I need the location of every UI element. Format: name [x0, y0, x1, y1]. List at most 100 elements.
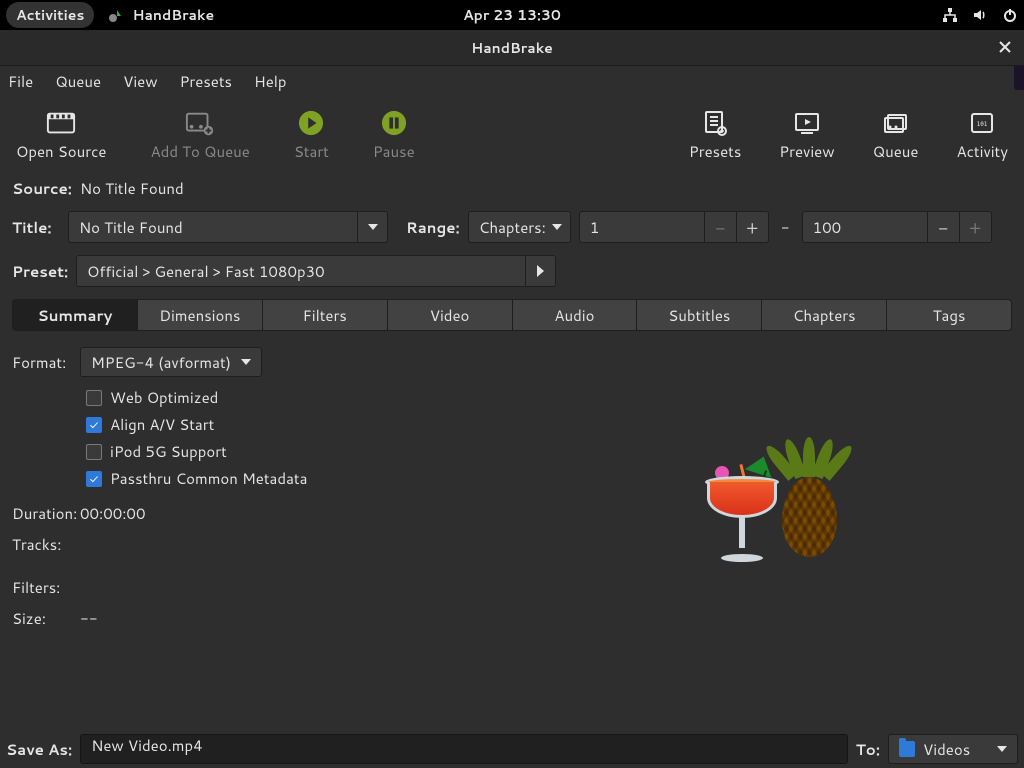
queue-icon [881, 109, 911, 137]
menu-help[interactable]: Help [254, 71, 287, 92]
size-value: -- [80, 608, 98, 629]
range-to-spinner[interactable]: 100 − + [802, 211, 992, 243]
preview-icon [792, 109, 822, 137]
title-select[interactable]: No Title Found [68, 211, 388, 243]
range-to-value: 100 [803, 217, 927, 238]
format-value: MPEG-4 (avformat) [91, 352, 231, 373]
menu-queue[interactable]: Queue [55, 71, 101, 92]
chevron-down-icon [552, 224, 562, 230]
volume-icon[interactable] [972, 7, 988, 23]
range-label: Range: [406, 217, 460, 238]
save-destination-button[interactable]: Videos [888, 734, 1018, 764]
system-top-bar: Activities HandBrake Apr 23 13:30 [0, 0, 1024, 30]
tab-video[interactable]: Video [387, 299, 512, 331]
presets-button[interactable]: Presets [689, 109, 741, 162]
preview-label: Preview [779, 141, 834, 162]
save-destination-value: Videos [923, 739, 989, 760]
presets-icon [700, 109, 730, 137]
presets-label: Presets [689, 141, 741, 162]
window-title: HandBrake [471, 38, 553, 58]
range-from-value: 1 [580, 217, 704, 238]
save-filename-value: New Video.mp4 [91, 735, 202, 756]
queue-button[interactable]: Queue [873, 109, 919, 162]
checkbox-icon: ✓ [86, 471, 102, 487]
tab-summary[interactable]: Summary [12, 299, 137, 331]
increment-button[interactable]: + [959, 211, 991, 243]
range-mode-value: Chapters: [479, 217, 546, 238]
preset-row: Preset: Official > General > Fast 1080p3… [0, 251, 1024, 291]
main-toolbar: Open Source Add To Queue Start Pause Pre… [0, 96, 1024, 168]
menu-file[interactable]: File [8, 71, 33, 92]
title-label: Title: [12, 217, 60, 238]
window-titlebar: HandBrake [0, 30, 1024, 66]
tracks-label: Tracks: [12, 534, 80, 555]
preset-select[interactable]: Official > General > Fast 1080p30 [76, 255, 556, 287]
size-label: Size: [12, 608, 80, 629]
window-close-button[interactable] [994, 36, 1016, 58]
open-source-icon [46, 109, 76, 137]
source-row: Source: No Title Found [0, 174, 1024, 203]
ipod-label: iPod 5G Support [110, 441, 227, 462]
save-as-label: Save As: [6, 739, 72, 760]
system-clock[interactable]: Apr 23 13:30 [463, 5, 561, 25]
ipod-checkbox[interactable]: iPod 5G Support [86, 441, 532, 462]
preview-button[interactable]: Preview [779, 109, 834, 162]
tab-chapters[interactable]: Chapters [761, 299, 886, 331]
menu-presets[interactable]: Presets [180, 71, 232, 92]
passthru-checkbox[interactable]: ✓ Passthru Common Metadata [86, 468, 532, 489]
format-label: Format: [12, 352, 80, 373]
align-av-label: Align A/V Start [110, 414, 214, 435]
summary-pane: Format: MPEG-4 (avformat) Web Optimized … [0, 331, 1024, 639]
decrement-button[interactable]: − [927, 211, 959, 243]
chevron-down-icon [241, 359, 251, 365]
activity-button[interactable]: 101 Activity [956, 109, 1008, 162]
range-from-spinner[interactable]: 1 − + [579, 211, 769, 243]
add-to-queue-label: Add To Queue [150, 141, 249, 162]
source-value: No Title Found [80, 178, 184, 199]
save-filename-input[interactable]: New Video.mp4 [80, 734, 847, 764]
play-right-icon [525, 256, 555, 286]
checkbox-icon [86, 390, 102, 406]
add-to-queue-button: Add To Queue [150, 109, 249, 162]
chevron-down-icon [997, 746, 1007, 752]
add-to-queue-icon [185, 109, 215, 137]
menu-bar: File Queue View Presets Help [0, 66, 1024, 96]
preset-value: Official > General > Fast 1080p30 [87, 261, 325, 282]
activity-icon: 101 [967, 109, 997, 137]
folder-icon [899, 741, 915, 757]
increment-button[interactable]: + [736, 211, 768, 243]
panel-edge-decoration [1014, 64, 1024, 90]
range-separator: - [781, 217, 790, 238]
align-av-checkbox[interactable]: ✓ Align A/V Start [86, 414, 532, 435]
web-optimized-label: Web Optimized [110, 387, 218, 408]
tab-filters[interactable]: Filters [262, 299, 387, 331]
app-indicator-label: HandBrake [132, 5, 214, 25]
play-icon [296, 109, 326, 137]
network-icon[interactable] [942, 7, 958, 23]
tabs: Summary Dimensions Filters Video Audio S… [12, 299, 1012, 331]
pause-icon [379, 109, 409, 137]
tab-tags[interactable]: Tags [886, 299, 1012, 331]
tab-subtitles[interactable]: Subtitles [636, 299, 761, 331]
passthru-label: Passthru Common Metadata [110, 468, 307, 489]
power-icon[interactable] [1002, 7, 1018, 23]
tab-dimensions[interactable]: Dimensions [137, 299, 262, 331]
activities-button[interactable]: Activities [6, 2, 94, 28]
decrement-button[interactable]: − [704, 211, 736, 243]
system-tray [942, 7, 1018, 23]
tab-audio[interactable]: Audio [512, 299, 637, 331]
pause-button: Pause [373, 109, 415, 162]
open-source-button[interactable]: Open Source [16, 109, 106, 162]
app-indicator[interactable]: HandBrake [108, 5, 214, 25]
format-select[interactable]: MPEG-4 (avformat) [80, 347, 262, 377]
menu-view[interactable]: View [123, 71, 158, 92]
range-mode-select[interactable]: Chapters: [468, 211, 571, 243]
chevron-down-icon [357, 212, 387, 242]
checkbox-icon [86, 444, 102, 460]
title-value: No Title Found [79, 217, 183, 238]
title-range-row: Title: No Title Found Range: Chapters: 1… [0, 207, 1024, 247]
queue-label: Queue [873, 141, 919, 162]
start-label: Start [294, 141, 329, 162]
web-optimized-checkbox[interactable]: Web Optimized [86, 387, 532, 408]
duration-value: 00:00:00 [80, 503, 145, 524]
